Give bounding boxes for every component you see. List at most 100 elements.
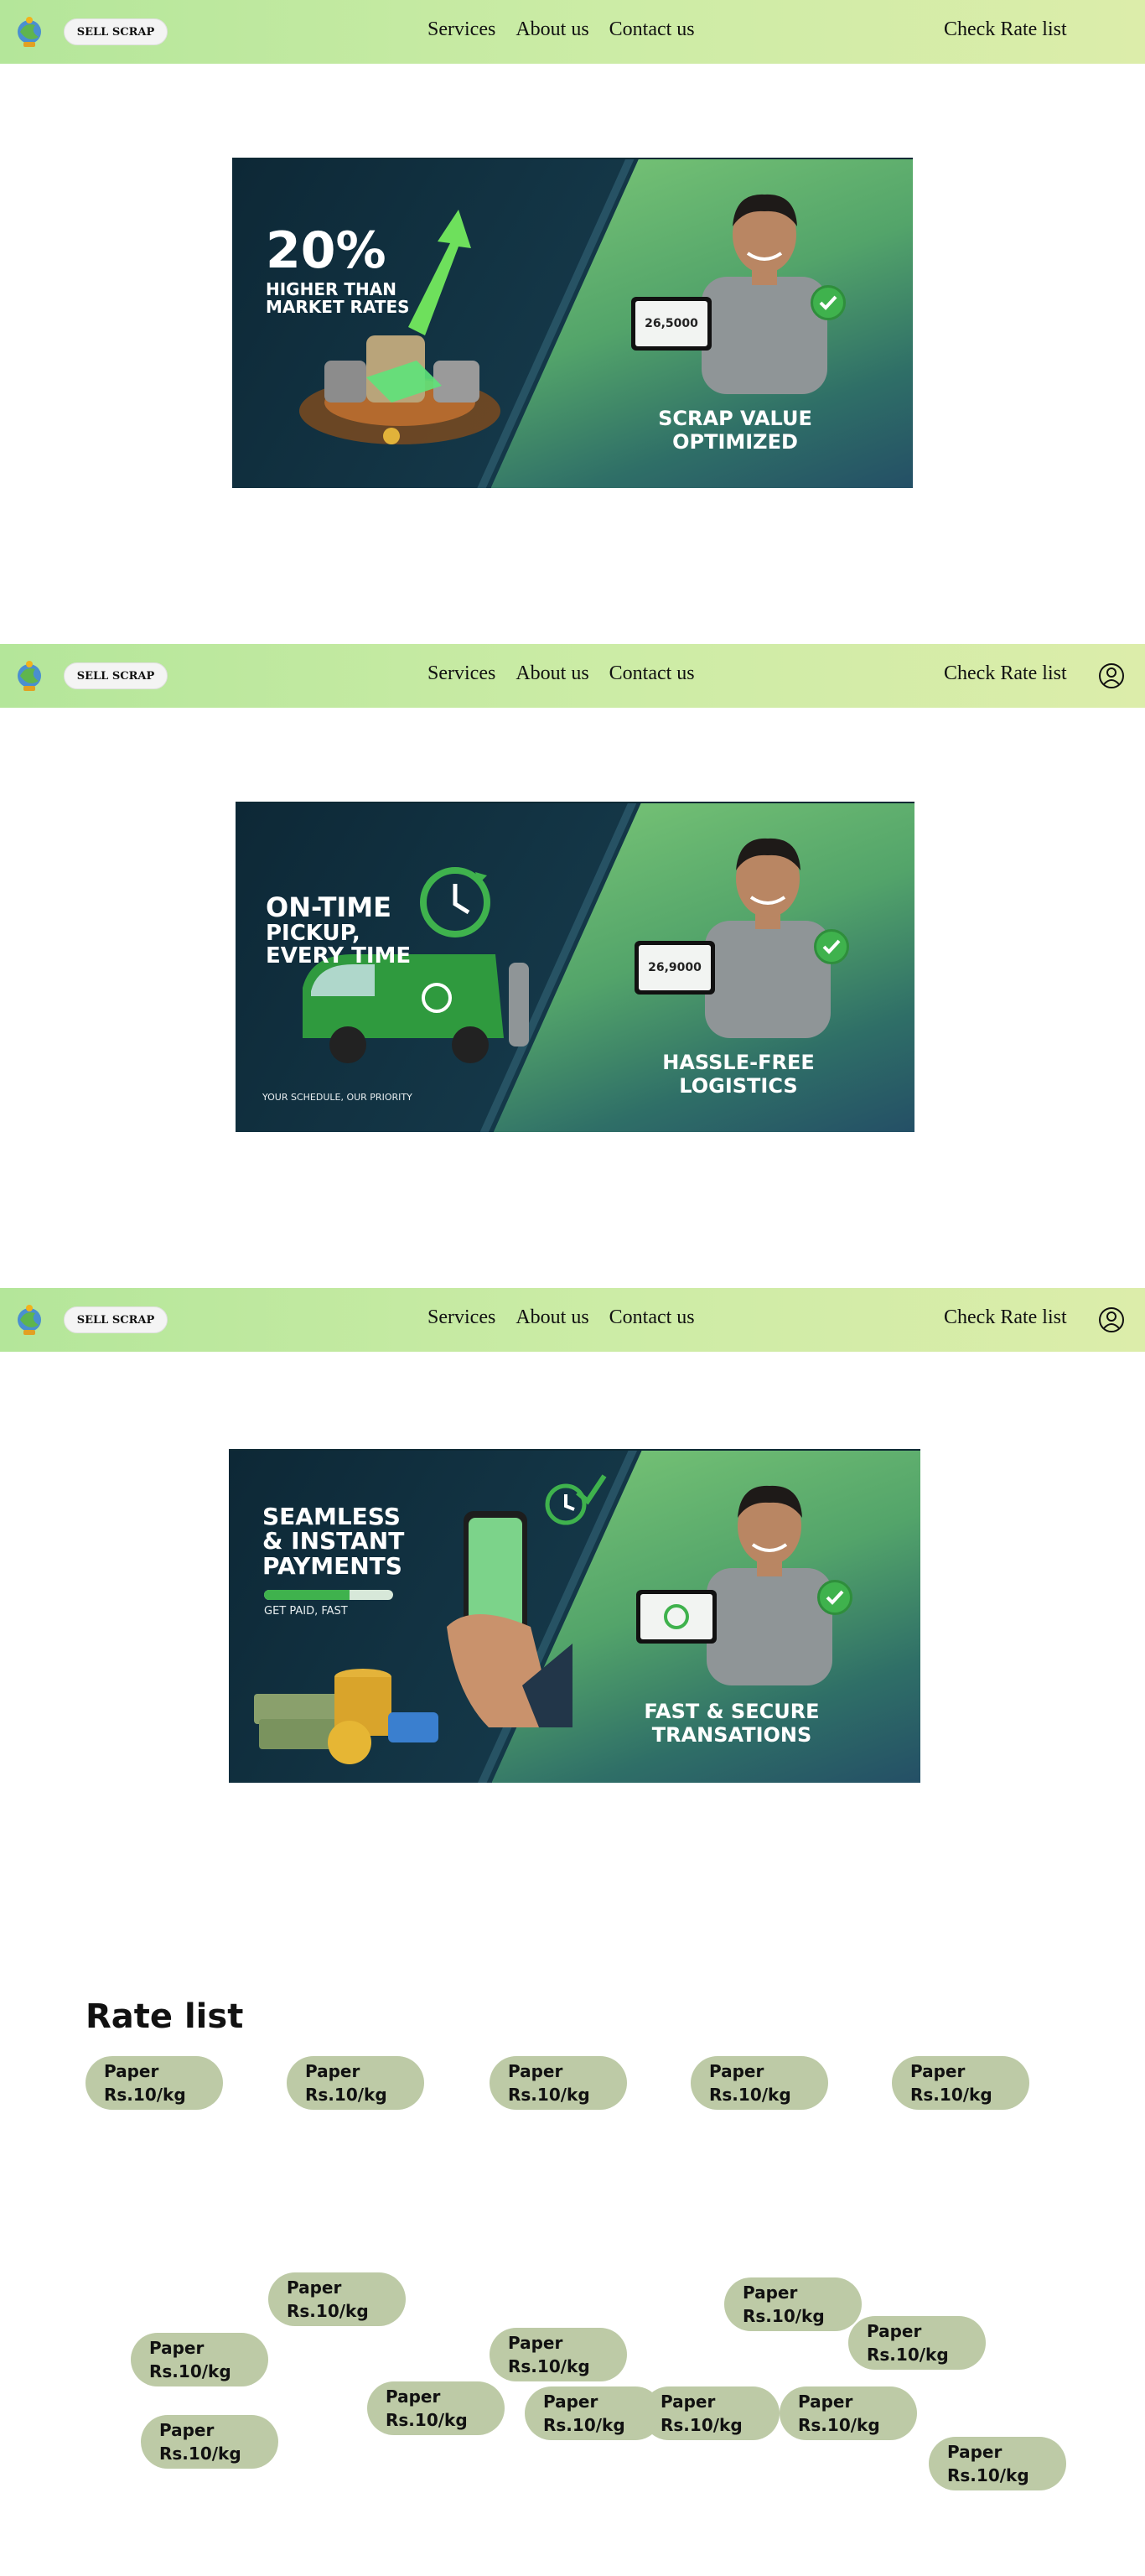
checkmark-icon [814, 929, 849, 964]
logo-icon[interactable] [13, 15, 45, 49]
tablet-screen [640, 1594, 712, 1639]
rate-item-price: Rs.10/kg [104, 2085, 186, 2105]
user-account-icon[interactable] [1098, 662, 1125, 689]
rate-item[interactable]: Paper Rs.10/kg [929, 2437, 1066, 2490]
banner-headline: SEAMLESS & INSTANT PAYMENTS [262, 1503, 405, 1580]
banner-caption-line: TRANSATIONS [651, 1722, 812, 1747]
rate-item-price: Rs.10/kg [743, 2306, 825, 2326]
checkmark-icon [817, 1580, 852, 1615]
rate-item-name: Paper [508, 2333, 563, 2353]
check-rate-link[interactable]: Check Rate list [944, 662, 1067, 685]
rate-item-name: Paper [910, 2061, 966, 2081]
banner-caption-line: OPTIMIZED [672, 429, 798, 454]
rate-item[interactable]: Paper Rs.10/kg [85, 2056, 223, 2110]
nav-contact-link[interactable]: Contact us [609, 662, 695, 685]
clock-icon [420, 867, 490, 937]
banner-headline-line: MARKET RATES [266, 297, 410, 317]
logo-icon[interactable] [13, 659, 45, 693]
banner-headline-line: EVERY TIME [266, 943, 412, 969]
rate-item-name: Paper [159, 2420, 215, 2440]
banner-headline-line: HIGHER THAN [266, 279, 396, 299]
nav-services-link[interactable]: Services [427, 662, 495, 685]
rate-item[interactable]: Paper Rs.10/kg [724, 2277, 862, 2331]
sell-scrap-button[interactable]: SELL SCRAP [64, 18, 168, 45]
rate-item-name: Paper [508, 2061, 563, 2081]
nav-contact-link[interactable]: Contact us [609, 18, 695, 41]
nav-about-link[interactable]: About us [516, 18, 588, 41]
nav-services-link[interactable]: Services [427, 1306, 495, 1329]
tablet-value: 26,9000 [639, 945, 711, 990]
rate-item-price: Rs.10/kg [709, 2085, 791, 2105]
banner-instant-payments: SEAMLESS & INSTANT PAYMENTS GET PAID, FA… [229, 1449, 920, 1783]
rate-item-price: Rs.10/kg [386, 2410, 468, 2430]
rate-item-price: Rs.10/kg [867, 2345, 949, 2365]
rate-item[interactable]: Paper Rs.10/kg [780, 2386, 917, 2440]
sell-scrap-button[interactable]: SELL SCRAP [64, 1306, 168, 1333]
rate-item-name: Paper [661, 2392, 716, 2412]
rate-item-price: Rs.10/kg [508, 2085, 590, 2105]
tablet-value: 26,5000 [635, 301, 707, 346]
rate-item-name: Paper [743, 2283, 798, 2303]
banner-headline-line: & INSTANT [262, 1527, 405, 1555]
rate-item[interactable]: Paper Rs.10/kg [848, 2316, 986, 2370]
rate-item-price: Rs.10/kg [149, 2361, 231, 2381]
rate-item-price: Rs.10/kg [508, 2356, 590, 2376]
banner-progress-bar [264, 1590, 393, 1600]
rate-item[interactable]: Paper Rs.10/kg [268, 2272, 406, 2326]
banner-caption-line: LOGISTICS [679, 1073, 798, 1098]
nav-about-link[interactable]: About us [516, 662, 588, 685]
logo-icon[interactable] [13, 1303, 45, 1337]
banner-headline: ON-TIME PICKUP, EVERY TIME [266, 891, 412, 969]
navbar: SELL SCRAP Services About us Contact us … [0, 1288, 1145, 1352]
tablet-image [636, 1590, 717, 1644]
rate-item[interactable]: Paper Rs.10/kg [141, 2415, 278, 2469]
check-rate-link[interactable]: Check Rate list [944, 18, 1067, 41]
banner-headline-line: SEAMLESS [262, 1503, 401, 1530]
rate-item-name: Paper [305, 2061, 360, 2081]
banner-caption-line: SCRAP VALUE [658, 407, 812, 430]
rate-item-name: Paper [104, 2061, 159, 2081]
banner-caption: HASSLE-FREE LOGISTICS [621, 1051, 856, 1098]
rate-item-name: Paper [798, 2392, 853, 2412]
nav-links: Services About us Contact us [427, 1306, 695, 1329]
rate-item-name: Paper [867, 2321, 922, 2341]
tablet-image: 26,9000 [635, 941, 715, 995]
rate-item-name: Paper [287, 2277, 342, 2298]
rate-item[interactable]: Paper Rs.10/kg [892, 2056, 1029, 2110]
banner-headline-line: ON-TIME [266, 891, 391, 923]
rate-item-name: Paper [386, 2386, 441, 2407]
rate-item-price: Rs.10/kg [661, 2415, 743, 2435]
rate-item[interactable]: Paper Rs.10/kg [131, 2333, 268, 2386]
rate-item[interactable]: Paper Rs.10/kg [367, 2381, 505, 2435]
nav-about-link[interactable]: About us [516, 1306, 588, 1329]
tablet-image: 26,5000 [631, 297, 712, 351]
rate-item-price: Rs.10/kg [159, 2444, 241, 2464]
check-rate-link[interactable]: Check Rate list [944, 1306, 1067, 1329]
banner-headline-line: PAYMENTS [262, 1551, 402, 1580]
nav-links: Services About us Contact us [427, 662, 695, 685]
sell-scrap-button[interactable]: SELL SCRAP [64, 662, 168, 689]
rate-item-price: Rs.10/kg [947, 2465, 1029, 2485]
banner-caption: SCRAP VALUE OPTIMIZED [618, 407, 852, 454]
rate-item[interactable]: Paper Rs.10/kg [691, 2056, 828, 2110]
banner-headline-line: PICKUP, [266, 920, 360, 946]
rate-item[interactable]: Paper Rs.10/kg [490, 2056, 627, 2110]
rate-item[interactable]: Paper Rs.10/kg [287, 2056, 424, 2110]
rate-item-name: Paper [149, 2338, 205, 2358]
money-stack-image [254, 1669, 438, 1764]
rate-item[interactable]: Paper Rs.10/kg [490, 2328, 627, 2381]
rate-item-name: Paper [947, 2442, 1003, 2462]
rate-item-name: Paper [709, 2061, 764, 2081]
rate-item-price: Rs.10/kg [910, 2085, 992, 2105]
user-account-icon[interactable] [1098, 1306, 1125, 1333]
navbar: SELL SCRAP Services About us Contact us … [0, 0, 1145, 64]
phone-hand-image [447, 1511, 572, 1727]
banner-subtext: GET PAID, FAST [264, 1605, 348, 1618]
rate-item-price: Rs.10/kg [305, 2085, 387, 2105]
navbar: SELL SCRAP Services About us Contact us … [0, 644, 1145, 708]
nav-services-link[interactable]: Services [427, 18, 495, 41]
nav-contact-link[interactable]: Contact us [609, 1306, 695, 1329]
banner-caption-line: FAST & SECURE [644, 1700, 820, 1723]
rate-item[interactable]: Paper Rs.10/kg [642, 2386, 780, 2440]
banner-on-time-pickup: ON-TIME PICKUP, EVERY TIME YOUR SCHEDULE… [236, 802, 914, 1132]
